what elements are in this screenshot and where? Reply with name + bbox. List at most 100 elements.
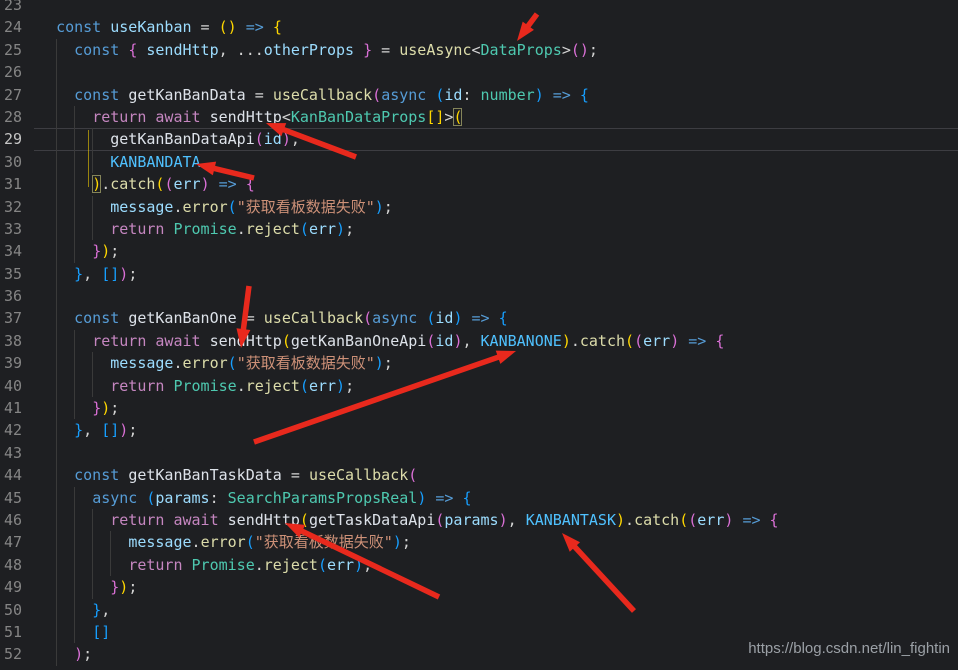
line-number[interactable]: 46: [0, 509, 34, 531]
code-token: {: [462, 489, 471, 507]
line-number[interactable]: 35: [0, 263, 34, 285]
code-line[interactable]: 31 ).catch((err) => {: [0, 173, 958, 195]
code-token: ): [417, 489, 426, 507]
code-line[interactable]: 35 }, []);: [0, 263, 958, 285]
line-number[interactable]: 47: [0, 531, 34, 553]
code-token: getKanBanData: [128, 86, 245, 104]
code-token: return: [92, 108, 146, 126]
line-number[interactable]: 51: [0, 621, 34, 643]
line-number[interactable]: 50: [0, 599, 34, 621]
line-number[interactable]: 40: [0, 375, 34, 397]
code-token: .: [255, 556, 264, 574]
line-number[interactable]: 38: [0, 330, 34, 352]
code-token: [462, 309, 471, 327]
line-number[interactable]: 37: [0, 307, 34, 329]
line-number[interactable]: 31: [0, 173, 34, 195]
code-line[interactable]: 43: [0, 442, 958, 464]
indent-guide: [74, 397, 75, 419]
line-number[interactable]: 27: [0, 84, 34, 106]
indent-guide: [56, 61, 57, 83]
code-token: (: [372, 86, 381, 104]
code-token: ;: [128, 421, 137, 439]
code-token: ): [562, 332, 571, 350]
code-token: err: [643, 332, 670, 350]
code-line[interactable]: 34 });: [0, 240, 958, 262]
code-line[interactable]: 33 return Promise.reject(err);: [0, 218, 958, 240]
code-line[interactable]: 41 });: [0, 397, 958, 419]
code-line[interactable]: 44 const getKanBanTaskData = useCallback…: [0, 464, 958, 486]
code-token: }: [74, 421, 83, 439]
code-token: [101, 18, 110, 36]
code-token: (: [634, 332, 643, 350]
code-token: <: [282, 108, 291, 126]
line-number[interactable]: 29: [0, 128, 34, 150]
code-line[interactable]: 39 message.error("获取看板数据失败");: [0, 352, 958, 374]
code-token: number: [481, 86, 535, 104]
indent-guide: [74, 531, 75, 553]
code-token: (: [300, 511, 309, 529]
line-number[interactable]: 42: [0, 419, 34, 441]
line-number[interactable]: 49: [0, 576, 34, 598]
code-line[interactable]: 30 KANBANDATA: [0, 151, 958, 173]
indent-guide: [74, 375, 75, 397]
code-line[interactable]: 48 return Promise.reject(err),: [0, 554, 958, 576]
code-line[interactable]: 28 return await sendHttp<KanBanDataProps…: [0, 106, 958, 128]
code-line-content: const getKanBanTaskData = useCallback(: [34, 464, 958, 486]
indent-guide: [74, 106, 75, 128]
code-line[interactable]: 42 }, []);: [0, 419, 958, 441]
line-number[interactable]: 45: [0, 487, 34, 509]
code-line[interactable]: 25 const { sendHttp, ...otherProps } = u…: [0, 39, 958, 61]
line-number[interactable]: 39: [0, 352, 34, 374]
line-number[interactable]: 44: [0, 464, 34, 486]
code-token: ): [119, 578, 128, 596]
code-line[interactable]: 37 const getKanBanOne = useCallback(asyn…: [0, 307, 958, 329]
line-number[interactable]: 33: [0, 218, 34, 240]
code-token: ,: [291, 130, 300, 148]
code-token: const: [74, 86, 119, 104]
line-number[interactable]: 30: [0, 151, 34, 173]
code-line-content: const useKanban = () => {: [34, 16, 958, 38]
code-line[interactable]: 40 return Promise.reject(err);: [0, 375, 958, 397]
indent-guide: [56, 531, 57, 553]
code-line[interactable]: 27 const getKanBanData = useCallback(asy…: [0, 84, 958, 106]
code-token: ,: [101, 601, 110, 619]
line-number[interactable]: 25: [0, 39, 34, 61]
line-number[interactable]: 48: [0, 554, 34, 576]
code-token: ,: [83, 421, 101, 439]
code-line-content: async (params: SearchParamsPropsReal) =>…: [34, 487, 958, 509]
line-number[interactable]: 41: [0, 397, 34, 419]
line-number[interactable]: 24: [0, 16, 34, 38]
line-number[interactable]: 23: [0, 0, 34, 16]
line-number[interactable]: 36: [0, 285, 34, 307]
indent-guide: [92, 218, 93, 240]
code-token: ;: [128, 578, 137, 596]
code-token: async: [381, 86, 426, 104]
code-line[interactable]: 49 });: [0, 576, 958, 598]
code-line[interactable]: 47 message.error("获取看板数据失败");: [0, 531, 958, 553]
code-line[interactable]: 23: [0, 0, 958, 16]
indent-guide: [74, 621, 75, 643]
code-token: =>: [688, 332, 706, 350]
code-line[interactable]: 24 const useKanban = () => {: [0, 16, 958, 38]
code-area[interactable]: 2324 const useKanban = () => {25 const {…: [0, 0, 958, 666]
code-line[interactable]: 50 },: [0, 599, 958, 621]
code-line[interactable]: 29 getKanBanDataApi(id),: [0, 128, 958, 150]
line-number[interactable]: 43: [0, 442, 34, 464]
code-token: [38, 556, 128, 574]
code-line[interactable]: 45 async (params: SearchParamsPropsReal)…: [0, 487, 958, 509]
code-line[interactable]: 38 return await sendHttp(getKanBanOneApi…: [0, 330, 958, 352]
code-line[interactable]: 36: [0, 285, 958, 307]
code-line[interactable]: 32 message.error("获取看板数据失败");: [0, 196, 958, 218]
code-token: ): [119, 265, 128, 283]
line-number[interactable]: 34: [0, 240, 34, 262]
line-number[interactable]: 32: [0, 196, 34, 218]
code-line[interactable]: 46 return await sendHttp(getTaskDataApi(…: [0, 509, 958, 531]
code-line[interactable]: 26: [0, 61, 958, 83]
line-number[interactable]: 28: [0, 106, 34, 128]
line-number[interactable]: 26: [0, 61, 34, 83]
code-token: ;: [345, 377, 354, 395]
code-token: ,: [462, 332, 480, 350]
code-token: DataProps: [481, 41, 562, 59]
code-token: err: [309, 220, 336, 238]
line-number[interactable]: 52: [0, 643, 34, 665]
